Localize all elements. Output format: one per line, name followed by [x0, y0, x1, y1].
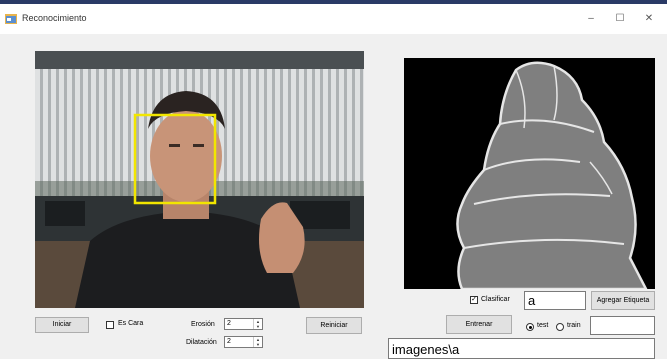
train-radio[interactable] [556, 323, 564, 331]
is-face-checkbox[interactable] [106, 321, 114, 329]
close-icon: ✕ [644, 13, 654, 24]
segmentation-picturebox [404, 58, 655, 289]
add-label-button[interactable]: Agregar Etiqueta [591, 291, 655, 310]
app-form-icon [5, 14, 17, 24]
classify-checkbox[interactable]: ✓ [470, 296, 478, 304]
maximize-icon: ☐ [615, 13, 625, 24]
hand-mask-image [404, 58, 655, 289]
minimize-icon: – [588, 13, 594, 24]
is-face-label: Es Cara [118, 320, 144, 327]
maximize-button[interactable]: ☐ [607, 9, 633, 29]
classify-label: Clasificar [481, 296, 510, 303]
reset-button[interactable]: Reiniciar [306, 317, 362, 334]
erosion-value: 2 [227, 320, 231, 327]
erosion-label: Erosión [191, 321, 215, 328]
camera-frame-image [35, 51, 364, 308]
test-radio-label: test [537, 322, 549, 329]
form-client-area: Iniciar Es Cara Erosión 2 ▲ ▼ Dilatación … [0, 34, 667, 359]
close-button[interactable]: ✕ [636, 9, 662, 29]
label-input-value: a [528, 293, 536, 308]
train-radio-label: train [567, 322, 581, 329]
spinner-arrows-icon[interactable]: ▲ ▼ [253, 319, 262, 329]
spinner-arrows-icon[interactable]: ▲ ▼ [253, 337, 262, 347]
path-textbox[interactable]: imagenes\a [388, 338, 655, 359]
title-bar: Reconocimiento – ☐ ✕ [0, 4, 667, 34]
dilation-spinner[interactable]: 2 ▲ ▼ [224, 336, 263, 348]
extra-input[interactable] [590, 316, 655, 335]
app-window: Reconocimiento – ☐ ✕ Iniciar Es Cara Ero… [0, 0, 667, 359]
start-button[interactable]: Iniciar [35, 317, 89, 333]
label-input[interactable]: a [524, 291, 586, 310]
dilation-label: Dilatación [186, 339, 217, 346]
test-radio[interactable] [526, 323, 534, 331]
dilation-value: 2 [227, 338, 231, 345]
camera-picturebox [35, 51, 364, 308]
minimize-button[interactable]: – [578, 9, 604, 29]
erosion-spinner[interactable]: 2 ▲ ▼ [224, 318, 263, 330]
train-button[interactable]: Entrenar [446, 315, 512, 334]
window-title: Reconocimiento [22, 13, 87, 23]
